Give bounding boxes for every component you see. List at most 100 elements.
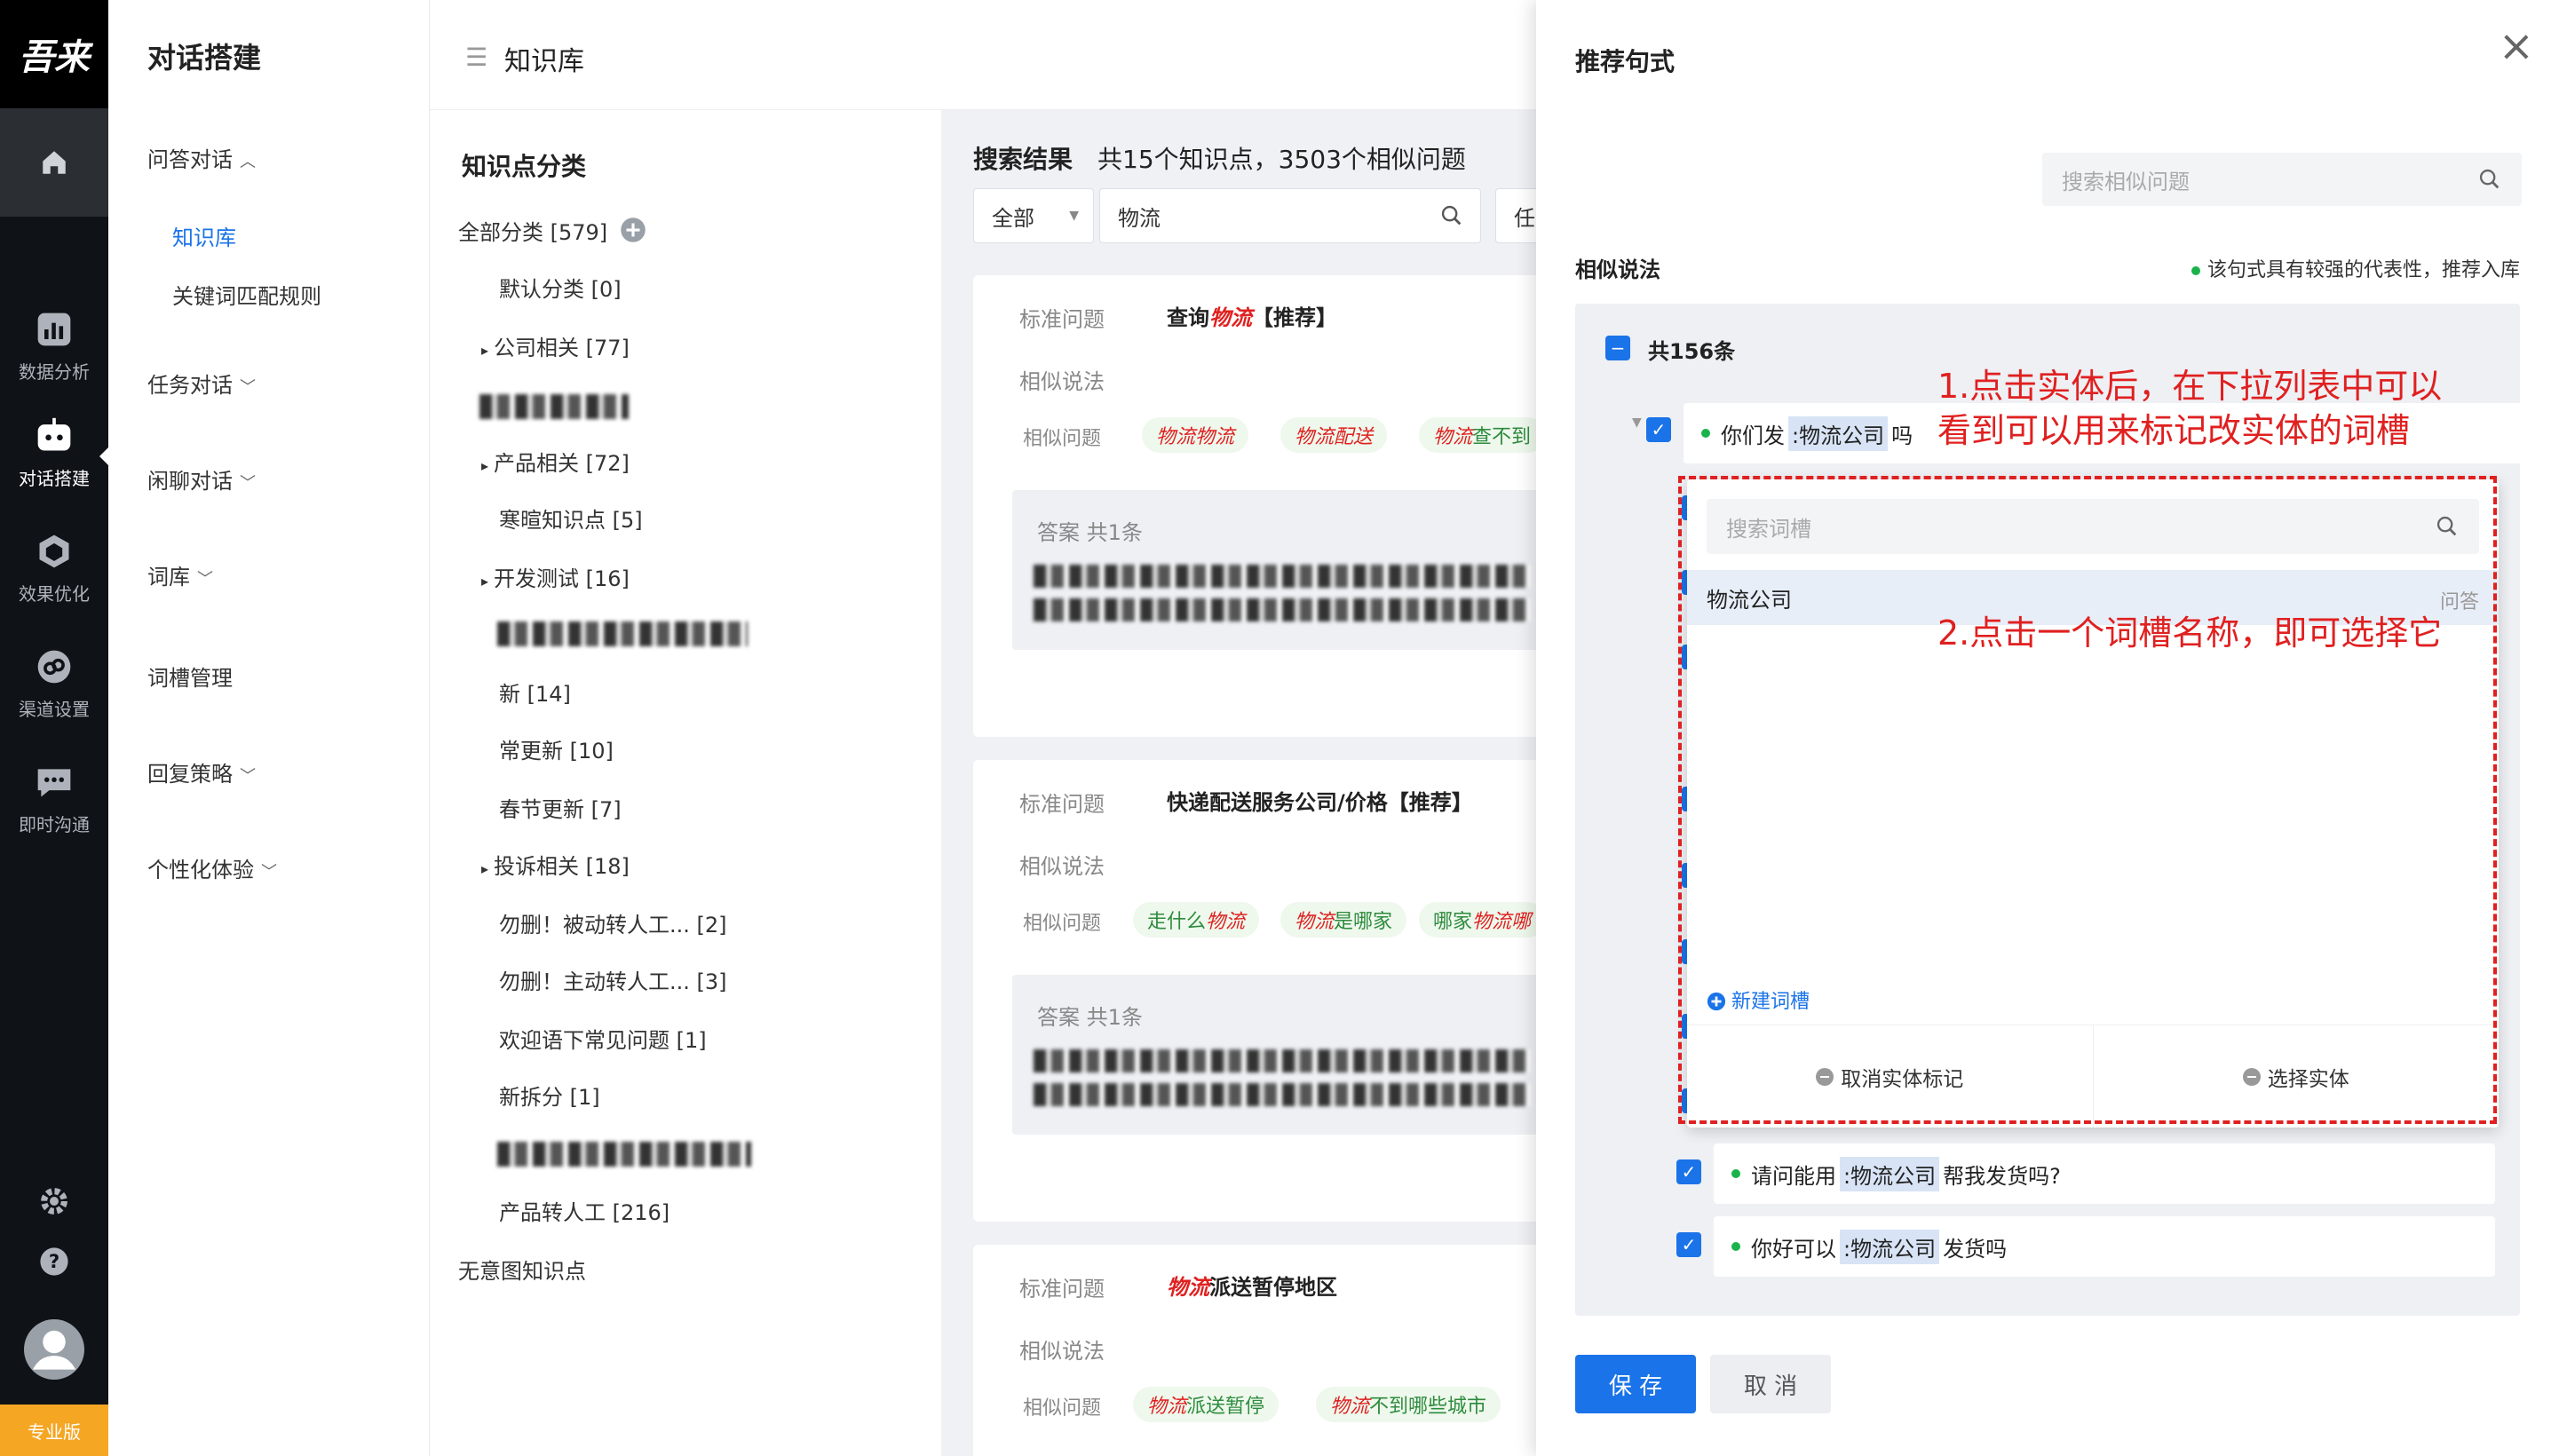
std-question: 查询物流【推荐】 [1167, 305, 1337, 330]
rail-label: 数据分析 [19, 360, 90, 383]
blurred-answer [1034, 1049, 1531, 1072]
similar-tag[interactable]: 物流配送 [1280, 417, 1388, 453]
gear-icon[interactable] [39, 1186, 69, 1216]
nav-knowledge-base[interactable]: 知识库 [172, 220, 236, 251]
nav-lexicon-label: 词库 [147, 565, 190, 590]
chevron-down-icon: ﹀ [197, 570, 213, 589]
entity-tag[interactable]: :物流公司 [1840, 1229, 1940, 1264]
search-icon[interactable] [1439, 203, 1464, 228]
row-checkbox[interactable]: ✓ [1676, 1159, 1701, 1184]
rail-optimize[interactable]: 效果优化 [0, 515, 108, 621]
std-question: 物流派送暂停地区 [1167, 1275, 1337, 1300]
category-item[interactable]: 春节更新 [7] [499, 792, 622, 823]
category-item[interactable]: 寒暄知识点 [5] [499, 502, 643, 534]
entity-tag[interactable]: :物流公司 [1788, 415, 1889, 451]
rail-instant-chat[interactable]: 即时沟通 [0, 746, 108, 852]
select-all-checkbox[interactable]: − [1605, 336, 1630, 360]
rail-data-analysis[interactable]: 数据分析 [0, 293, 108, 400]
similar-tag[interactable]: 物流 派送暂停 [1133, 1387, 1280, 1422]
category-item[interactable]: 默认分类 [0] [499, 272, 622, 303]
category-item[interactable]: 新 [14] [499, 677, 571, 708]
rail-label: 渠道设置 [19, 698, 90, 720]
rail-label: 对话搭建 [19, 467, 90, 489]
add-circle-icon[interactable] [620, 217, 646, 243]
nav-keyword-rules[interactable]: 关键词匹配规则 [172, 279, 321, 310]
category-item[interactable]: 勿删！主动转人工... [3] [499, 964, 727, 995]
category-item[interactable]: ▸ 公司相关 [77] [481, 330, 630, 361]
close-icon[interactable]: × [2499, 25, 2534, 67]
category-all[interactable]: 全部分类 [579] [458, 215, 646, 246]
similar-label: 相似说法 [1019, 369, 1105, 394]
caret-down-icon: ▼ [1069, 209, 1079, 223]
std-question: 快递配送服务公司/价格【推荐】 [1167, 790, 1473, 815]
cancel-button[interactable]: 取 消 [1710, 1355, 1831, 1413]
category-item[interactable]: 产品转人工 [216] [499, 1195, 669, 1226]
menu-icon[interactable]: ☰ [465, 43, 487, 72]
rail-channels[interactable]: 渠道设置 [0, 630, 108, 737]
status-dot [1701, 429, 1710, 438]
similar-tag[interactable]: 物流物流 [1142, 417, 1249, 453]
blurred-category [497, 621, 748, 646]
rail-dialog-build[interactable]: 对话搭建 [0, 400, 108, 506]
std-question-label: 标准问题 [1019, 307, 1105, 332]
similar-tag[interactable]: 物流 不到哪些城市 [1316, 1387, 1501, 1422]
home-icon [43, 151, 66, 174]
rail-label: 即时沟通 [19, 813, 90, 835]
similar-section-title: 相似说法 [1575, 257, 1660, 282]
nav-lexicon[interactable]: 词库 ﹀ [147, 559, 213, 590]
home-button[interactable] [0, 108, 108, 217]
annotation-note-1b: 看到可以用来标记改实体的词槽 [1937, 411, 2411, 450]
category-item[interactable]: 常更新 [10] [499, 733, 614, 764]
category-no-intent[interactable]: 无意图知识点 [458, 1254, 586, 1285]
avatar[interactable] [24, 1319, 84, 1380]
blurred-category [497, 1142, 751, 1167]
status-dot [1731, 1242, 1740, 1251]
entity-tag[interactable]: :物流公司 [1840, 1156, 1940, 1191]
similar-row[interactable]: 你好可以:物流公司 发货吗 [1714, 1216, 2495, 1277]
category-item[interactable]: 新拆分 [1] [499, 1080, 600, 1111]
nav-slot-management[interactable]: 词槽管理 [147, 661, 233, 692]
similar-tag[interactable]: 物流 查不到 [1419, 417, 1546, 453]
search-icon[interactable] [2477, 167, 2502, 192]
total-count: 共156条 [1648, 339, 1736, 364]
nav-task-dialog[interactable]: 任务对话 ﹀ [147, 368, 256, 399]
nav-reply-label: 回复策略 [147, 762, 233, 787]
cube-icon [39, 534, 69, 567]
similar-question-label: 相似问题 [1023, 1397, 1102, 1420]
help-icon[interactable]: ? [39, 1246, 69, 1277]
similar-row[interactable]: 请问能用:物流公司 帮我发货吗? [1714, 1143, 2495, 1204]
annotation-note-2: 2.点击一个词槽名称，即可选择它 [1937, 613, 2443, 653]
category-item[interactable]: 勿删！被动转人工... [2] [499, 907, 727, 938]
caret-down-icon[interactable]: ▼ [1632, 415, 1642, 430]
category-panel: 知识点分类 全部分类 [579] 默认分类 [0] ▸ 公司相关 [77] ▸ 产品… [430, 110, 941, 1456]
annotation-note-1a: 1.点击实体后，在下拉列表中可以 [1937, 367, 2443, 406]
similar-tag[interactable]: 哪家 物流哪 [1419, 902, 1546, 938]
category-item[interactable]: 欢迎语下常见问题 [1] [499, 1023, 707, 1054]
channel-icon [37, 650, 71, 683]
rail-label: 效果优化 [19, 582, 90, 605]
left-rail: 吾来 数据分析 对话搭建 效果优化 渠道设置 即时沟通 ? 专业版 [0, 0, 108, 1456]
similar-tag[interactable]: 走什么 物流 [1133, 902, 1260, 938]
results-title: 搜索结果 [973, 145, 1074, 174]
save-button[interactable]: 保 存 [1575, 1355, 1696, 1413]
category-item[interactable]: ▸ 开发测试 [16] [481, 561, 630, 592]
nav-task-label: 任务对话 [147, 373, 233, 398]
similar-search-input[interactable]: 搜索相似问题 [2042, 153, 2522, 206]
similar-tag[interactable]: 物流 是哪家 [1280, 902, 1407, 938]
chat-icon [37, 768, 71, 796]
chart-icon [37, 313, 71, 345]
nav-reply-strategy[interactable]: 回复策略 ﹀ [147, 756, 256, 787]
category-item[interactable]: ▸ 投诉相关 [18] [481, 849, 630, 880]
nav-qa-dialog[interactable]: 问答对话 ︿ [147, 142, 256, 173]
std-question-label: 标准问题 [1019, 792, 1105, 817]
nav-personalization[interactable]: 个性化体验 ﹀ [147, 852, 277, 883]
chevron-down-icon: ﹀ [261, 863, 277, 882]
row-checkbox[interactable]: ✓ [1676, 1232, 1701, 1257]
category-item[interactable]: ▸ 产品相关 [72] [481, 446, 630, 477]
nav-chitchat[interactable]: 闲聊对话 ﹀ [147, 463, 256, 495]
chevron-down-icon: ﹀ [240, 474, 256, 493]
row-checkbox[interactable]: ✓ [1646, 417, 1671, 442]
search-input[interactable]: 物流 [1099, 188, 1481, 243]
answer-label: 答案 共1条 [1037, 1005, 1143, 1030]
filter-select[interactable]: 全部 ▼ [973, 188, 1094, 243]
